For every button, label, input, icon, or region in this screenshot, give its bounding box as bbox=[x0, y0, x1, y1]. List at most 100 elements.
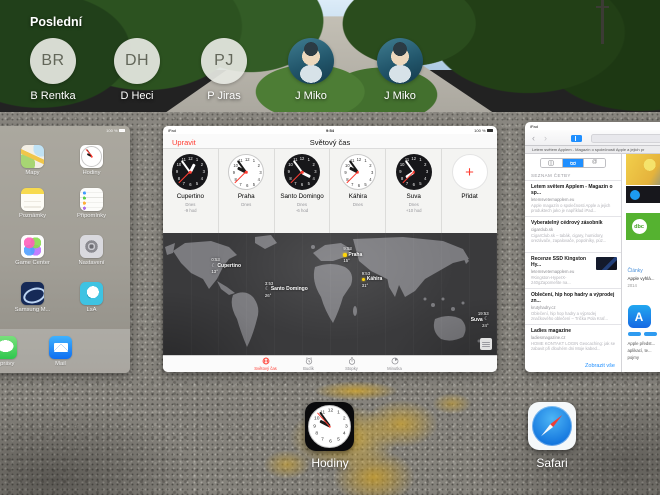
home-screen-card[interactable]: 100 % Mapy Hodiny Poznámky Připomínky Ga… bbox=[0, 126, 130, 373]
weather-channel-watermark bbox=[480, 338, 492, 350]
bookmarks-segment[interactable] bbox=[541, 159, 563, 167]
samsung-app-icon[interactable] bbox=[21, 282, 44, 305]
world-clock-kahira[interactable]: 123456789101112 Káhira Dnes bbox=[330, 149, 386, 233]
map-marker-káhira: 9:53Káhira31° bbox=[362, 271, 383, 289]
item-description: #Kingston-HyperX-240gZapomeňte na... bbox=[531, 275, 593, 286]
day-label: Dnes bbox=[185, 202, 195, 207]
recent-contact-b-rentka[interactable]: BR B Rentka bbox=[30, 38, 76, 84]
avatar-initials[interactable]: PJ bbox=[201, 38, 247, 84]
home-app-hodiny[interactable]: Hodiny bbox=[62, 145, 121, 176]
tab-stopky[interactable]: Stopky bbox=[336, 357, 368, 371]
world-clock-santo-domingo[interactable]: 123456789101112 Santo Domingo Dnes-6 hod bbox=[275, 149, 331, 233]
alarm-icon bbox=[305, 357, 313, 365]
reading-list-segment[interactable] bbox=[563, 159, 585, 167]
reading-list-item[interactable]: Vyberatelný cédrový zásobník cigarclub.s… bbox=[525, 216, 621, 252]
world-clocks-row: 123456789101112 Cupertino Dnes-9 hod 123… bbox=[163, 149, 497, 233]
tab-minutka[interactable]: Minutka bbox=[379, 357, 411, 371]
sidebar-toggle-icon[interactable] bbox=[571, 135, 582, 143]
clock-launcher-icon[interactable]: 123456789101112 bbox=[305, 402, 354, 451]
show-all-link[interactable]: Zobrazit vše bbox=[585, 363, 615, 369]
add-city-cell[interactable]: + Přidat bbox=[442, 149, 497, 233]
map-marker-praha: 9:53Praha15° bbox=[343, 246, 362, 264]
clock-app-icon[interactable] bbox=[80, 145, 103, 168]
home-app-nastaveni[interactable]: Nastavení bbox=[62, 235, 121, 266]
avatar-photo[interactable] bbox=[377, 38, 423, 84]
article-text: pojmy bbox=[628, 355, 639, 360]
safari-statusbar: iPad bbox=[525, 122, 660, 130]
tab-svetovy-cas[interactable]: Světový čas bbox=[250, 357, 282, 371]
world-clock-cupertino[interactable]: 123456789101112 Cupertino Dnes-9 hod bbox=[163, 149, 219, 233]
edit-button[interactable]: Upravit bbox=[172, 138, 196, 147]
clock-navbar: Upravit Světový čas bbox=[163, 134, 497, 149]
messages-app-icon[interactable] bbox=[0, 336, 17, 359]
tab-label: Stopky bbox=[345, 366, 358, 371]
tab-budik[interactable]: Budík bbox=[293, 357, 325, 371]
forward-button[interactable]: › bbox=[544, 132, 547, 144]
notes-app-icon[interactable] bbox=[21, 188, 44, 211]
clock-app-card[interactable]: iPad 9:54 100 % Upravit Světový čas 1234… bbox=[163, 126, 497, 372]
dbc-logo: dbc bbox=[632, 219, 647, 234]
dock-app-mail[interactable]: Mail bbox=[31, 336, 90, 367]
avatar-initials[interactable]: BR bbox=[30, 38, 76, 84]
safari-tab-title[interactable]: Letem světem Applem - Magazín o společno… bbox=[525, 146, 660, 154]
home-app-gamecenter[interactable]: Game Center bbox=[3, 235, 62, 266]
avatar-photo[interactable] bbox=[288, 38, 334, 84]
maps-app-icon[interactable] bbox=[21, 145, 44, 168]
world-clock-praha[interactable]: 123456789101112 Praha Dnes bbox=[219, 149, 275, 233]
safari-sidebar: @ SEZNAM ČETBY Letem světem Applem - Mag… bbox=[525, 154, 622, 372]
day-label: Dnes bbox=[297, 202, 307, 207]
reading-list-item[interactable]: Recenze SSD Kingston Hy... letemsvetemap… bbox=[525, 252, 621, 288]
mail-app-icon[interactable] bbox=[49, 336, 72, 359]
stopwatch-icon bbox=[348, 357, 356, 365]
app-switcher-screen: Poslední BR B Rentka DH D Heci PJ P Jira… bbox=[0, 0, 660, 495]
battery-percent: 100 % bbox=[106, 128, 117, 133]
home-app-pripominky[interactable]: Připomínky bbox=[62, 188, 121, 219]
app-label: Připomínky bbox=[62, 213, 121, 219]
item-url: letemsvetemapplem.eu bbox=[531, 197, 616, 202]
address-bar[interactable] bbox=[591, 134, 660, 143]
offset-label: -6 hod bbox=[296, 208, 308, 213]
safari-app-card[interactable]: iPad ‹ › Letem světem Applem - Magazín o… bbox=[525, 122, 660, 372]
reading-list-item[interactable]: Oblečení, hip hop hadry a výprodej zn...… bbox=[525, 288, 621, 324]
home-card-statusbar: 100 % bbox=[106, 128, 125, 133]
day-label: Dnes bbox=[409, 202, 419, 207]
reminders-app-icon[interactable] bbox=[80, 188, 103, 211]
world-clock-suva[interactable]: 123456789101112 Suva Dnes+10 hod bbox=[386, 149, 442, 233]
recent-contact-p-jiras[interactable]: PJ P Jiras bbox=[201, 38, 247, 84]
recent-contact-d-heci[interactable]: DH D Heci bbox=[114, 38, 160, 84]
home-app-mapy[interactable]: Mapy bbox=[3, 145, 62, 176]
recent-contact-j-miko-2[interactable]: J Miko bbox=[377, 38, 423, 84]
moon-icon: ☾ bbox=[265, 287, 269, 292]
lsa-app-icon[interactable] bbox=[80, 282, 103, 305]
add-city-label: Přidat bbox=[442, 193, 497, 200]
shared-links-segment[interactable]: @ bbox=[584, 159, 605, 167]
home-app-samsung[interactable]: Samsung M... bbox=[3, 282, 62, 313]
day-night-shading bbox=[163, 233, 497, 355]
app-label: Samsung M... bbox=[3, 307, 62, 313]
reading-list-item[interactable]: Letem světem Applem - Magazín o sp... le… bbox=[525, 180, 621, 216]
safari-launcher-icon[interactable] bbox=[528, 402, 576, 450]
item-title: Vyberatelný cédrový zásobník bbox=[531, 220, 616, 226]
add-city-button[interactable]: + bbox=[452, 154, 488, 190]
article-text: Apple předst... bbox=[628, 341, 656, 346]
article-text: 2014 bbox=[628, 283, 637, 288]
reading-list-item[interactable]: Ladies magazine ladiesmagazine.cz HOME K… bbox=[525, 324, 621, 360]
city-label: Cupertino bbox=[163, 193, 218, 200]
home-app-poznamky[interactable]: Poznámky bbox=[3, 188, 62, 219]
dock-app-zpravy[interactable]: Zprávy bbox=[0, 336, 35, 367]
game-center-app-icon[interactable] bbox=[21, 235, 44, 258]
clock-tabbar: Světový čas Budík Stopky Minutka bbox=[163, 355, 497, 372]
item-url: cigarclub.sk bbox=[531, 227, 616, 232]
settings-app-icon[interactable] bbox=[80, 235, 103, 258]
tab-label: Budík bbox=[303, 366, 314, 371]
webpage-green-logo-block: dbc bbox=[626, 213, 660, 240]
webpage-content[interactable]: dbc Články Apple vyhlá... 2014 A Apple p… bbox=[623, 154, 660, 372]
city-label: Suva bbox=[386, 193, 441, 200]
home-app-lsa[interactable]: LsA bbox=[62, 282, 121, 313]
item-description: Oblečení, hip hop hadry a výprodej značk… bbox=[531, 311, 616, 322]
back-button[interactable]: ‹ bbox=[532, 132, 535, 144]
avatar-initials[interactable]: DH bbox=[114, 38, 160, 84]
recent-contact-j-miko-1[interactable]: J Miko bbox=[288, 38, 334, 84]
item-title: Oblečení, hip hop hadry a výprodej zn... bbox=[531, 292, 616, 305]
tab-label: Minutka bbox=[387, 366, 402, 371]
